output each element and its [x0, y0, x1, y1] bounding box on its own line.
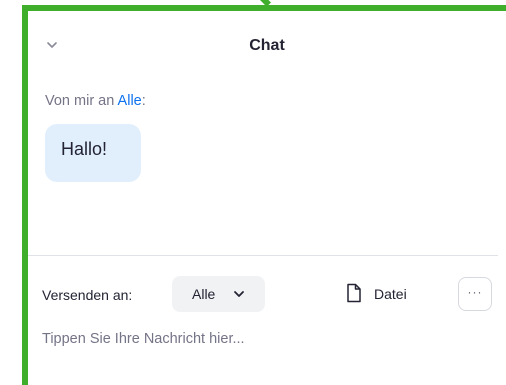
- recipient-dropdown-value: Alle: [192, 286, 216, 302]
- send-to-label: Versenden an:: [42, 287, 133, 303]
- more-icon: ···: [467, 285, 483, 299]
- message-sender-line: Von mir an Alle:: [45, 93, 146, 109]
- chevron-down-icon: [234, 291, 244, 297]
- sender-suffix: :: [141, 93, 146, 109]
- chat-panel: Chat Von mir an Alle: Hallo! Versenden a…: [28, 11, 498, 385]
- file-icon: [347, 283, 361, 303]
- message-bubble[interactable]: Hallo!: [45, 124, 141, 182]
- recipient-link[interactable]: Alle: [118, 93, 142, 109]
- composer-divider: [28, 255, 498, 256]
- chat-title: Chat: [249, 37, 285, 54]
- message-input[interactable]: [42, 327, 482, 351]
- more-button[interactable]: ···: [458, 277, 492, 311]
- screenshot-stage: Chat Von mir an Alle: Hallo! Versenden a…: [0, 0, 506, 385]
- message-text: Hallo!: [61, 139, 108, 159]
- chat-header: Chat: [28, 11, 498, 81]
- sender-prefix: Von mir an: [45, 93, 118, 109]
- recipient-dropdown[interactable]: Alle: [172, 276, 265, 312]
- file-button-label: Datei: [374, 286, 407, 302]
